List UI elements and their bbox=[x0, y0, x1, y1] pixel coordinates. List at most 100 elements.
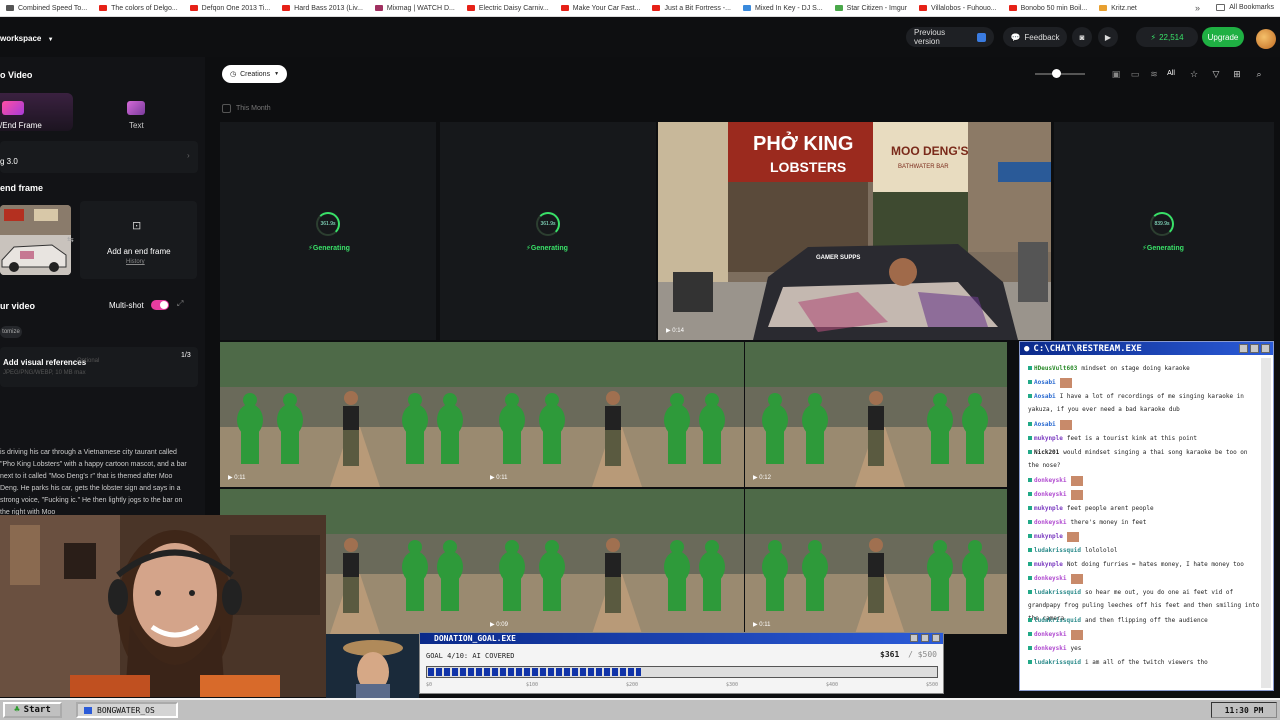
bookmark-item[interactable]: Villalobos - Fuhouo... bbox=[918, 4, 997, 12]
jungle-soldiers-scene bbox=[482, 489, 744, 634]
video-card-pho-king[interactable]: PHỞ KING LOBSTERS MOO DENG'S BATHWATER B… bbox=[658, 122, 1051, 340]
history-link[interactable]: History bbox=[126, 259, 145, 265]
chat-titlebar[interactable]: ● C:\CHAT\RESTREAM.EXE bbox=[1020, 342, 1273, 355]
bookmark-item[interactable]: Make Your Car Fast... bbox=[560, 5, 640, 12]
this-month-checkbox[interactable]: This Month bbox=[222, 104, 271, 113]
maximize-button[interactable] bbox=[921, 634, 929, 642]
chat-scrollbar[interactable] bbox=[1261, 358, 1271, 688]
chat-username[interactable]: mukynple bbox=[1034, 533, 1063, 540]
zoom-slider-handle[interactable] bbox=[1052, 69, 1061, 78]
multishot-toggle[interactable] bbox=[151, 300, 169, 310]
previous-version-button[interactable]: Previous version bbox=[906, 27, 994, 47]
feedback-button[interactable]: 💬 Feedback bbox=[1003, 27, 1067, 47]
bookmarks-overflow-button[interactable]: » bbox=[1195, 3, 1200, 13]
progress-time: 361.9s bbox=[540, 221, 556, 227]
end-frame-dropzone[interactable]: ⊡ Add an end frame History bbox=[80, 201, 197, 279]
chat-message: ludakrissquid i am all of the twitch view… bbox=[1028, 656, 1260, 669]
chat-username[interactable]: Aosabi bbox=[1034, 379, 1056, 386]
chat-username[interactable]: donkeyski bbox=[1034, 575, 1067, 582]
upgrade-button[interactable]: Upgrade bbox=[1202, 27, 1244, 47]
taskbar-item-bongwater[interactable]: BONGWATER_OS bbox=[76, 702, 178, 718]
generating-label: ⚡Generating bbox=[526, 245, 568, 252]
bookmark-item[interactable]: Star Citizen - Imgur bbox=[834, 5, 907, 12]
chat-username[interactable]: Nick201 bbox=[1034, 449, 1059, 456]
bookmark-item[interactable]: Mixed In Key - DJ S... bbox=[742, 5, 823, 12]
chevron-right-icon: › bbox=[187, 151, 190, 160]
star-icon[interactable]: ☆ bbox=[1188, 68, 1200, 80]
workspace-selector[interactable]: workspace ▼ bbox=[0, 34, 54, 43]
bookmark-item[interactable]: Mixmag | WATCH D... bbox=[374, 5, 455, 12]
bookmark-item[interactable]: Bonobo 50 min Boil... bbox=[1008, 5, 1087, 12]
maximize-button[interactable] bbox=[1250, 344, 1259, 353]
donation-goal-widget: DONATION_GOAL.EXE GOAL 4/10: AI COVERED … bbox=[419, 632, 944, 694]
chat-username[interactable]: ludakrissquid bbox=[1034, 547, 1081, 554]
bookmark-item[interactable]: Electric Daisy Carniv... bbox=[466, 5, 549, 12]
filter-all-button[interactable]: All bbox=[1164, 68, 1178, 80]
creations-dropdown[interactable]: ◷ Creations ▼ bbox=[222, 65, 288, 83]
chat-username[interactable]: donkeyski bbox=[1034, 631, 1067, 638]
generating-card[interactable]: 839.9s ⚡Generating bbox=[1054, 122, 1274, 340]
swap-icon[interactable]: ⇆ bbox=[67, 235, 74, 244]
chat-username[interactable]: ludakrissquid bbox=[1034, 617, 1081, 624]
expand-icon[interactable]: ⤢ bbox=[177, 299, 183, 309]
chat-username[interactable]: ludakrissquid bbox=[1034, 659, 1081, 666]
chat-username[interactable]: ludakrissquid bbox=[1034, 589, 1081, 596]
bookmark-item[interactable]: Kritz.net bbox=[1099, 5, 1137, 12]
close-button[interactable] bbox=[1261, 344, 1270, 353]
close-button[interactable] bbox=[932, 634, 940, 642]
avatar[interactable] bbox=[1256, 29, 1276, 49]
moo-deng-sign: MOO DENG'S bbox=[891, 144, 969, 158]
chat-username[interactable]: donkeyski bbox=[1034, 491, 1067, 498]
customize-button[interactable]: tomize bbox=[0, 326, 22, 338]
duration-badge: ▶ 0:12 bbox=[753, 475, 771, 481]
model-selector[interactable]: g 3.0 › bbox=[0, 141, 198, 173]
bookmark-item[interactable]: Defqon One 2013 Ti... bbox=[189, 5, 270, 12]
chat-username[interactable]: HDeusVult603 bbox=[1034, 365, 1077, 372]
generating-card[interactable]: 361.9s ⚡Generating bbox=[440, 122, 656, 340]
start-frame-image[interactable] bbox=[0, 205, 71, 275]
video-thumbnail-card[interactable]: ▶ 0:11 bbox=[482, 342, 744, 487]
bookmark-favicon-icon bbox=[189, 5, 198, 11]
video-thumbnail-card[interactable]: ▶ 0:11 bbox=[745, 489, 1007, 634]
chat-text: would mindset singing a thai song karaok… bbox=[1028, 449, 1248, 469]
bookmark-label: Villalobos - Fuhouo... bbox=[930, 4, 997, 12]
bookmark-item[interactable]: Combined Speed To... bbox=[6, 5, 87, 12]
video-view-icon[interactable]: ▭ bbox=[1129, 68, 1141, 80]
bookmark-item[interactable]: Hard Bass 2013 (Liv... bbox=[282, 5, 363, 12]
discord-icon[interactable]: ◙ bbox=[1072, 27, 1092, 47]
video-thumbnail-card[interactable]: ▶ 0:09 bbox=[482, 489, 744, 634]
credits-display[interactable]: ⚡ 22,514 bbox=[1136, 27, 1198, 47]
chat-message: mukynple feet is a tourist kink at this p… bbox=[1028, 432, 1260, 445]
badge-icon bbox=[1028, 520, 1032, 524]
video-thumbnail-card[interactable]: ▶ 0:11 bbox=[220, 342, 482, 487]
all-bookmarks-button[interactable]: All Bookmarks bbox=[1216, 4, 1274, 11]
chat-username[interactable]: mukynple bbox=[1034, 561, 1063, 568]
chat-username[interactable]: mukynple bbox=[1034, 435, 1063, 442]
chat-username[interactable]: Aosabi bbox=[1034, 393, 1056, 400]
grid-icon[interactable]: ⊞ bbox=[1231, 68, 1243, 80]
youtube-icon[interactable]: ▶ bbox=[1098, 27, 1118, 47]
chat-username[interactable]: donkeyski bbox=[1034, 645, 1067, 652]
visual-references-box[interactable]: Add visual references Optional 1/3 JPEG/… bbox=[0, 347, 198, 387]
bookmark-item[interactable]: The colors of Delgo... bbox=[99, 5, 178, 12]
chat-window[interactable]: ● C:\CHAT\RESTREAM.EXE HDeusVult603 minds… bbox=[1019, 341, 1274, 691]
bookmark-item[interactable]: Just a Bit Fortress -... bbox=[652, 5, 731, 12]
chat-message: HDeusVult603 mindset on stage doing karao… bbox=[1028, 362, 1260, 375]
chat-username[interactable]: Aosabi bbox=[1034, 421, 1056, 428]
generating-card[interactable]: 361.9s ⚡Generating bbox=[220, 122, 436, 340]
image-view-icon[interactable]: ▣ bbox=[1110, 68, 1122, 80]
prompt-textarea[interactable]: is driving his car through a Vietnamese … bbox=[0, 447, 190, 519]
minimize-button[interactable] bbox=[1239, 344, 1248, 353]
chat-username[interactable]: donkeyski bbox=[1034, 519, 1067, 526]
chat-message: donkeyski bbox=[1028, 474, 1260, 487]
filter-icon[interactable]: ▽ bbox=[1210, 68, 1222, 80]
minimize-button[interactable] bbox=[910, 634, 918, 642]
chat-username[interactable]: mukynple bbox=[1034, 505, 1063, 512]
generating-label: ⚡Generating bbox=[1142, 245, 1184, 252]
search-icon[interactable]: ⌕ bbox=[1253, 68, 1265, 80]
video-thumbnail-card[interactable]: ▶ 0:12 bbox=[745, 342, 1007, 487]
tab-text[interactable]: Text bbox=[129, 121, 144, 130]
start-button[interactable]: ♣ Start bbox=[3, 702, 62, 718]
chat-username[interactable]: donkeyski bbox=[1034, 477, 1067, 484]
audio-view-icon[interactable]: ≋ bbox=[1148, 68, 1160, 80]
